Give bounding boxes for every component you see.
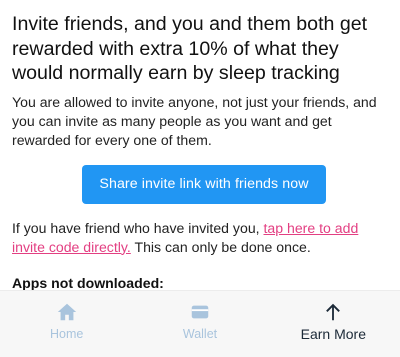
nav-item-wallet[interactable]: Wallet [133,291,266,357]
nav-item-earn-more[interactable]: Earn More [267,291,400,357]
invite-description: You are allowed to invite anyone, not ju… [12,93,377,148]
invite-content: Invite friends, and you and them both ge… [12,12,390,293]
home-icon [57,303,76,321]
nav-label-wallet: Wallet [182,327,218,341]
share-invite-link-button[interactable]: Share invite link with friends now [82,164,326,204]
arrow-up-icon [326,303,341,321]
nav-label-home: Home [49,327,84,341]
nav-item-home[interactable]: Home [0,291,133,357]
bottom-navigation: Home Wallet Earn More [0,290,400,357]
nav-label-earn-more: Earn More [300,326,366,342]
invite-code-text: If you have friend who have invited you,… [12,219,390,257]
invite-code-prefix: If you have friend who have invited you, [12,219,264,236]
page-headline: Invite friends, and you and them both ge… [12,13,368,84]
wallet-icon [191,305,209,319]
invite-code-suffix: This can only be done once. [130,238,311,255]
